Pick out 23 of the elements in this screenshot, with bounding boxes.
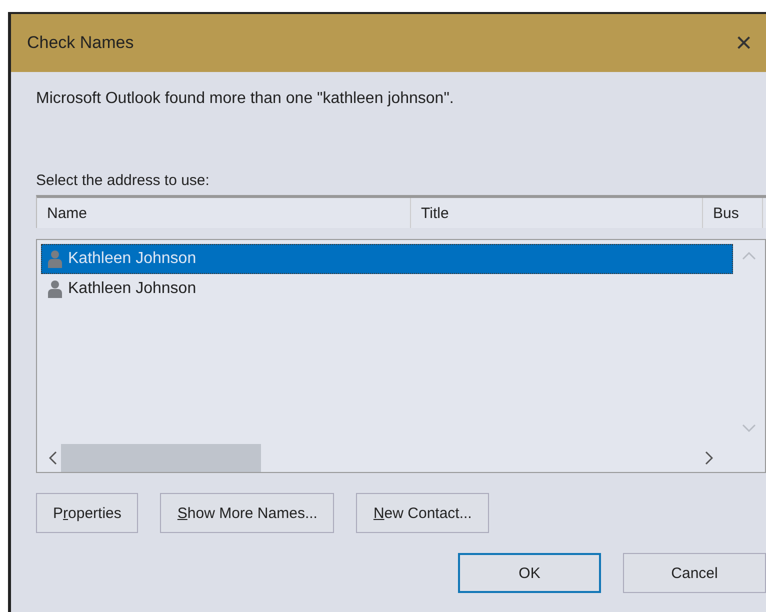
list-row[interactable]: Kathleen Johnson (41, 244, 733, 274)
scroll-up-icon[interactable] (742, 252, 756, 260)
message-text: Microsoft Outlook found more than one "kathleen johnson". (36, 90, 455, 108)
prompt-label: Select the address to use: (36, 172, 210, 189)
contact-name: Kathleen Johnson (68, 250, 196, 268)
list-row[interactable]: Kathleen Johnson (41, 274, 733, 304)
ok-button[interactable]: OK (458, 553, 601, 593)
column-header[interactable]: Bus (703, 198, 763, 228)
scroll-right-icon[interactable] (705, 451, 713, 465)
column-header[interactable]: Name (37, 198, 411, 228)
dialog-button[interactable]: New Contact... (356, 493, 489, 533)
dialog-button[interactable]: Properties (36, 493, 138, 533)
window-title: Check Names (27, 33, 134, 53)
scroll-left-icon[interactable] (49, 451, 57, 465)
dialog-button[interactable]: Show More Names... (160, 493, 334, 533)
scrollbar-thumb[interactable] (61, 444, 261, 472)
scroll-down-icon[interactable] (742, 424, 756, 432)
cancel-button[interactable]: Cancel (623, 553, 766, 593)
person-icon (48, 250, 62, 268)
person-icon (48, 280, 62, 298)
contact-name: Kathleen Johnson (68, 280, 196, 298)
close-button[interactable]: × (732, 27, 756, 59)
column-header[interactable]: Title (411, 198, 703, 228)
